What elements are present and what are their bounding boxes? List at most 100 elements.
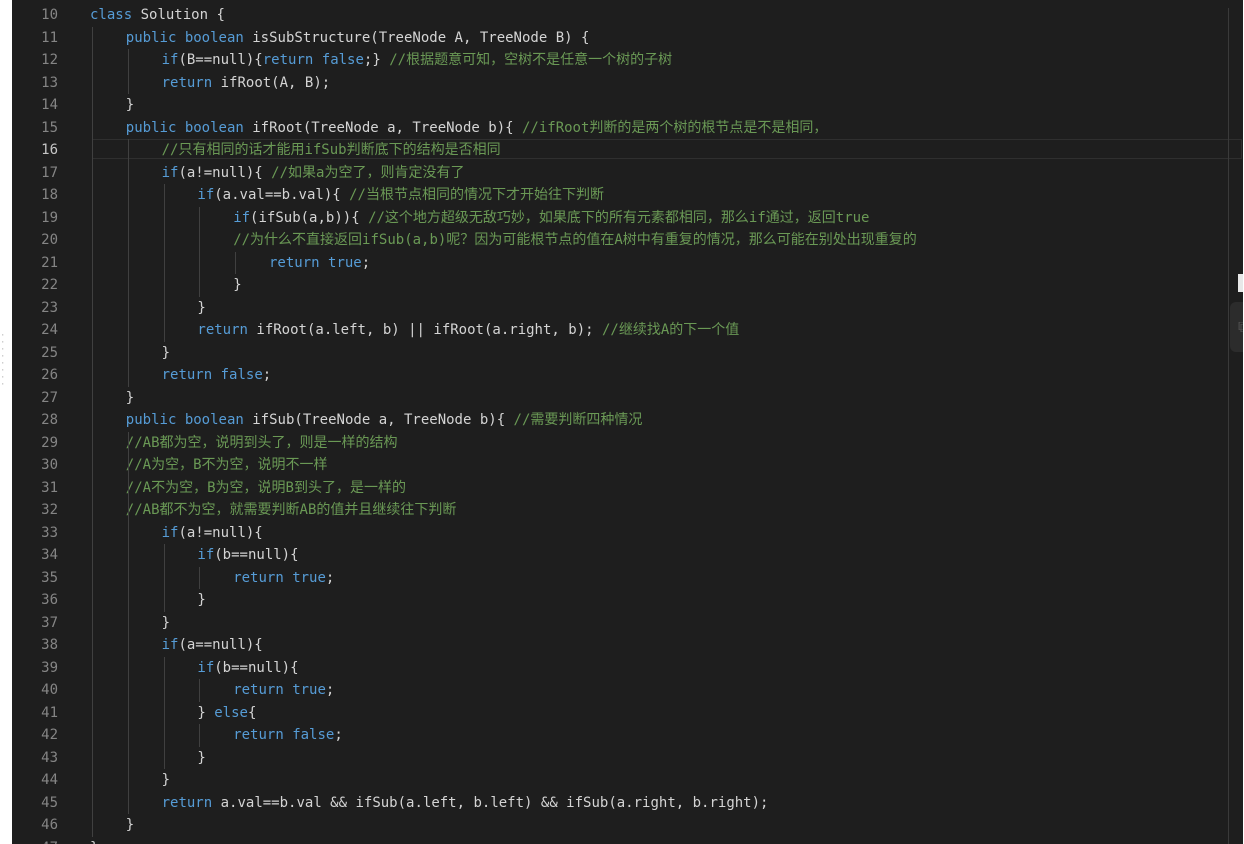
code-line[interactable]: 33 if(a!=null){ bbox=[12, 522, 1243, 544]
code-line[interactable]: 17 if(a!=null){ //如果a为空了，则肯定没有了 bbox=[12, 162, 1243, 184]
code-line[interactable]: 10 class Solution { bbox=[12, 4, 1243, 26]
code-line[interactable]: 22} bbox=[12, 274, 1243, 296]
code-text: return false; bbox=[233, 727, 343, 743]
line-number: 45 bbox=[41, 794, 58, 811]
code-line[interactable]: 30 //A为空，B不为空，说明不一样 bbox=[12, 454, 1243, 476]
code-comment: //根据题意可知，空树不是任意一个树的子树 bbox=[389, 52, 673, 68]
code-line[interactable]: 44} bbox=[12, 769, 1243, 791]
line-number: 39 bbox=[41, 659, 58, 676]
line-number: 13 bbox=[41, 74, 58, 91]
code-line[interactable]: 35 return true; bbox=[12, 567, 1243, 589]
line-number: 36 bbox=[41, 592, 58, 608]
code-text: if(a!=null){ bbox=[161, 524, 263, 541]
indent-guide bbox=[199, 724, 201, 747]
code-line[interactable]: 28 public boolean ifSub(TreeNode a, TreeN… bbox=[12, 409, 1243, 431]
line-number: 31 bbox=[41, 479, 58, 496]
code-text: class Solution { bbox=[90, 7, 225, 23]
code-comment: //A不为空，B为空，说明B到头了，是一样的 bbox=[125, 479, 406, 496]
code-text: return a.val==b.val && ifSub(a.left, b.l… bbox=[161, 794, 769, 811]
code-line[interactable]: 38 if(a==null){ bbox=[12, 634, 1243, 656]
code-line[interactable]: 31 //A不为空，B为空，说明B到头了，是一样的 bbox=[12, 477, 1243, 499]
code-line[interactable]: 40 return true; bbox=[12, 679, 1243, 701]
line-number: 11 bbox=[41, 29, 58, 46]
code-comment: //为什么不直接返回ifSub(a,b)呢？因为可能根节点的值在A树中有重复的情… bbox=[233, 232, 917, 248]
code-comment: //AB都不为空，就需要判断AB的值并且继续往下判断 bbox=[125, 502, 457, 518]
code-line[interactable]: 36} bbox=[12, 589, 1243, 611]
code-line[interactable]: 42 return false; bbox=[12, 724, 1243, 746]
code-line[interactable]: 45 return a.val==b.val && ifSub(a.left, b… bbox=[12, 792, 1243, 814]
code-text: return true; bbox=[233, 682, 335, 698]
code-editor[interactable]: 10 class Solution { 11 public boolean isSub… bbox=[12, 0, 1243, 844]
code-line[interactable]: 21 return true; bbox=[12, 252, 1243, 274]
code-line[interactable]: 27} bbox=[12, 387, 1243, 409]
code-line[interactable]: 37} bbox=[12, 612, 1243, 634]
code-text: //A不为空，B为空，说明B到头了，是一样的 bbox=[126, 477, 406, 499]
code-comment: //AB都为空，说明到头了，则是一样的结构 bbox=[125, 434, 398, 451]
code-line[interactable]: 32 //AB都不为空，就需要判断AB的值并且继续往下判断 bbox=[12, 499, 1243, 521]
code-line[interactable]: 16 //只有相同的话才能用ifSub判断底下的结构是否相同 bbox=[12, 139, 1243, 161]
minimap-slider[interactable] bbox=[1238, 274, 1243, 292]
code-comment: //A为空，B不为空，说明不一样 bbox=[125, 457, 328, 473]
code-line[interactable]: 34 if(b==null){ bbox=[12, 544, 1243, 566]
code-line[interactable]: 47} bbox=[12, 837, 1243, 844]
code-line[interactable]: 19 if(ifSub(a,b)){ //这个地方超级无敌巧妙，如果底下的所有元素… bbox=[12, 207, 1243, 229]
code-text: return true; bbox=[269, 254, 371, 271]
code-text: //只有相同的话才能用ifSub判断底下的结构是否相同 bbox=[162, 139, 501, 161]
line-number: 19 bbox=[41, 209, 58, 226]
code-line[interactable]: 24 return ifRoot(a.left, b) || ifRoot(a.r… bbox=[12, 319, 1243, 341]
line-number: 10 bbox=[41, 7, 58, 23]
code-line[interactable]: 15 public boolean ifRoot(TreeNode a, Tree… bbox=[12, 117, 1243, 139]
code-line[interactable]: 29 //AB都为空，说明到头了，则是一样的结构 bbox=[12, 432, 1243, 454]
code-text: } bbox=[233, 277, 242, 293]
code-text: return ifRoot(A, B); bbox=[161, 74, 331, 91]
copy-icon[interactable]: ⧉ bbox=[1230, 302, 1243, 352]
code-line[interactable]: 18 if(a.val==b.val){ //当根节点相同的情况下才开始往下判断 bbox=[12, 184, 1243, 206]
line-number: 41 bbox=[41, 704, 58, 721]
line-number: 16 bbox=[41, 142, 58, 158]
code-comment: //如果a为空了，则肯定没有了 bbox=[271, 164, 465, 181]
code-line[interactable]: 11 public boolean isSubStructure(TreeNode… bbox=[12, 27, 1243, 49]
line-number: 34 bbox=[41, 547, 58, 563]
line-number: 14 bbox=[41, 97, 58, 113]
code-line[interactable]: 14} bbox=[12, 94, 1243, 116]
code-comment: //这个地方超级无敌巧妙，如果底下的所有元素都相同，那么if通过，返回true bbox=[368, 209, 870, 226]
code-text: public boolean isSubStructure(TreeNode A… bbox=[125, 29, 590, 46]
indent-guide bbox=[199, 566, 201, 589]
code-comment: //需要判断四种情况 bbox=[513, 412, 643, 428]
code-text: return ifRoot(a.left, b) || ifRoot(a.rig… bbox=[197, 322, 740, 338]
line-number: 20 bbox=[41, 232, 58, 248]
line-number: 17 bbox=[41, 164, 58, 181]
line-number: 26 bbox=[41, 367, 58, 383]
code-text: return true; bbox=[233, 569, 335, 586]
code-line[interactable]: 43} bbox=[12, 747, 1243, 769]
code-text: } bbox=[197, 749, 206, 766]
line-number: 33 bbox=[41, 524, 58, 541]
code-text: return false; bbox=[161, 367, 272, 383]
line-number: 30 bbox=[41, 457, 58, 473]
code-text: //AB都不为空，就需要判断AB的值并且继续往下判断 bbox=[126, 499, 457, 521]
line-number: 35 bbox=[41, 569, 58, 586]
drag-handle-icon[interactable]: · · · · · · · · bbox=[0, 332, 10, 393]
line-number: 38 bbox=[41, 637, 58, 653]
code-line[interactable]: 20 //为什么不直接返回ifSub(a,b)呢？因为可能根节点的值在A树中有重复… bbox=[12, 229, 1243, 251]
code-line[interactable]: 13 return ifRoot(A, B); bbox=[12, 72, 1243, 94]
code-line[interactable]: 25} bbox=[12, 342, 1243, 364]
code-line[interactable]: 46} bbox=[12, 814, 1243, 836]
code-text: if(b==null){ bbox=[197, 659, 299, 676]
indent-guide bbox=[127, 139, 129, 387]
code-line[interactable]: 41} else{ bbox=[12, 702, 1243, 724]
line-number: 43 bbox=[41, 749, 58, 766]
indent-guide bbox=[127, 431, 129, 814]
code-comment: //ifRoot判断的是两个树的根节点是不是相同， bbox=[521, 119, 828, 136]
code-text: if(a.val==b.val){ //当根节点相同的情况下才开始往下判断 bbox=[197, 187, 604, 203]
code-line[interactable]: 12 if(B==null){return false;} //根据题意可知，空树… bbox=[12, 49, 1243, 71]
code-line[interactable]: 39 if(b==null){ bbox=[12, 657, 1243, 679]
code-text: //为什么不直接返回ifSub(a,b)呢？因为可能根节点的值在A树中有重复的情… bbox=[233, 229, 917, 251]
code-text: } bbox=[161, 614, 171, 631]
line-number: 32 bbox=[41, 502, 58, 518]
code-text: if(a==null){ bbox=[161, 637, 263, 653]
code-line[interactable]: 23} bbox=[12, 297, 1243, 319]
line-number: 24 bbox=[41, 322, 58, 338]
code-text: } bbox=[161, 772, 171, 788]
code-line[interactable]: 26 return false; bbox=[12, 364, 1243, 386]
